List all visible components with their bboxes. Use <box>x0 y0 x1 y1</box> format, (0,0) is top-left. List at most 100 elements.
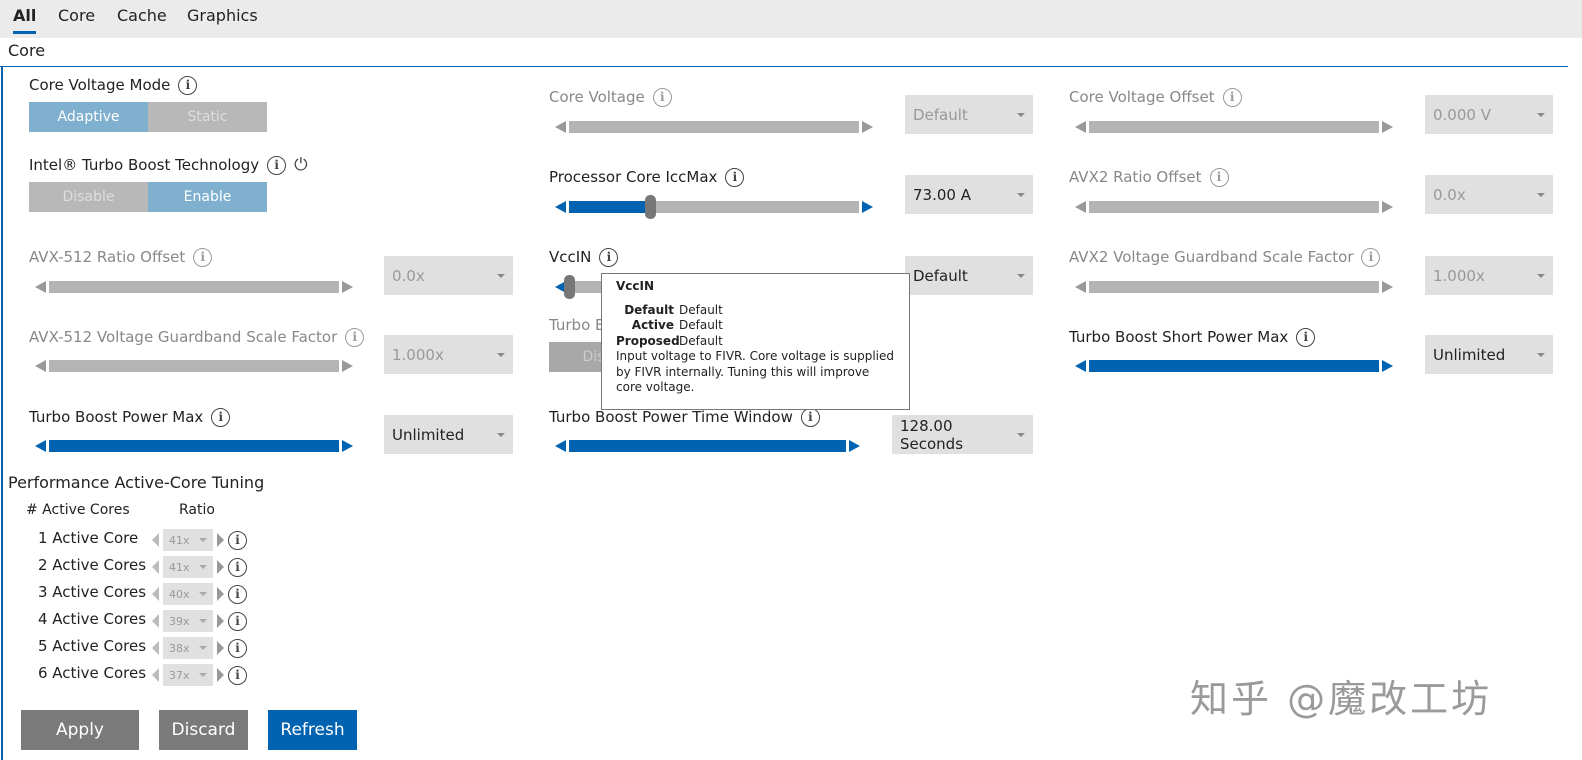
ratio-dropdown[interactable]: 38x <box>163 637 213 659</box>
info-icon[interactable]: i <box>1296 327 1316 347</box>
slider-thumb[interactable] <box>645 195 657 219</box>
core-voltage-mode-toggle[interactable]: Adaptive Static <box>29 102 267 132</box>
ratio-control[interactable]: 39x i <box>152 610 247 632</box>
core-voltage-offset-label: Core Voltage Offset i <box>1069 86 1242 108</box>
option-disable[interactable]: Disable <box>29 182 148 212</box>
chevron-down-icon <box>1017 273 1025 278</box>
avx512-ratio-offset-label: AVX-512 Ratio Offset i <box>29 246 213 268</box>
apply-button[interactable]: Apply <box>21 710 139 750</box>
tab-cache[interactable]: Cache <box>117 6 167 25</box>
col-active-cores: # Active Cores <box>26 502 130 518</box>
info-icon[interactable]: i <box>228 584 247 604</box>
right-arrow-icon[interactable] <box>217 614 224 628</box>
slider-track[interactable] <box>49 440 339 452</box>
right-arrow-icon[interactable] <box>217 533 224 547</box>
info-icon[interactable]: i <box>193 247 213 267</box>
left-arrow-icon[interactable] <box>152 614 159 628</box>
ratio-dropdown[interactable]: 41x <box>163 529 213 551</box>
slider-track[interactable] <box>569 440 846 452</box>
info-icon[interactable]: i <box>1361 247 1381 267</box>
left-arrow-icon[interactable] <box>152 560 159 574</box>
left-arrow-icon[interactable] <box>35 440 46 452</box>
short-power-max-dropdown[interactable]: Unlimited <box>1425 335 1553 374</box>
ratio-control[interactable]: 41x i <box>152 529 247 551</box>
power-time-window-dropdown[interactable]: 128.00 Seconds <box>892 415 1033 454</box>
turbo-power-max-dropdown[interactable]: Unlimited <box>384 415 513 454</box>
info-icon[interactable]: i <box>228 638 247 658</box>
slider-track <box>569 121 859 133</box>
ratio-dropdown[interactable]: 40x <box>163 583 213 605</box>
right-arrow-icon[interactable] <box>862 201 873 213</box>
info-icon[interactable]: i <box>1209 167 1229 187</box>
vccin-dropdown[interactable]: Default <box>905 256 1033 295</box>
slider-track[interactable] <box>1089 360 1379 372</box>
ratio-control[interactable]: 38x i <box>152 637 247 659</box>
tooltip-value: Default <box>679 318 723 332</box>
chevron-down-icon <box>199 538 207 542</box>
info-icon[interactable]: i <box>178 75 198 95</box>
option-enable[interactable]: Enable <box>148 182 267 212</box>
ratio-dropdown[interactable]: 39x <box>163 610 213 632</box>
turbo-boost-tech-label: Intel® Turbo Boost Technology i ⏻ <box>29 154 308 176</box>
info-icon[interactable]: i <box>599 247 619 267</box>
right-arrow-icon[interactable] <box>217 641 224 655</box>
option-static[interactable]: Static <box>148 102 267 132</box>
info-icon[interactable]: i <box>228 611 247 631</box>
tooltip-key: Active <box>631 318 674 332</box>
ratio-control[interactable]: 37x i <box>152 664 247 686</box>
info-icon[interactable]: i <box>652 87 672 107</box>
left-arrow-icon[interactable] <box>152 668 159 682</box>
tab-graphics[interactable]: Graphics <box>187 6 258 25</box>
core-voltage-label: Core Voltage i <box>549 86 672 108</box>
discard-button[interactable]: Discard <box>159 710 248 750</box>
ratio-control[interactable]: 40x i <box>152 583 247 605</box>
ratio-value: 40x <box>169 587 190 601</box>
turbo-power-max-slider[interactable] <box>35 439 353 453</box>
label-text: VccIN <box>549 248 592 266</box>
slider-thumb[interactable] <box>564 275 575 299</box>
ratio-control[interactable]: 41x i <box>152 556 247 578</box>
short-power-max-slider[interactable] <box>1075 359 1393 373</box>
chevron-down-icon <box>199 565 207 569</box>
right-arrow-icon[interactable] <box>217 668 224 682</box>
label-text: Turbo Boost Power Time Window <box>549 408 793 426</box>
info-icon[interactable]: i <box>1222 87 1242 107</box>
ratio-value: 38x <box>169 641 190 655</box>
iccmax-dropdown[interactable]: 73.00 A <box>905 175 1033 214</box>
slider-track[interactable] <box>569 195 859 219</box>
vccin-label: VccIN i <box>549 246 619 268</box>
right-arrow-icon[interactable] <box>342 440 353 452</box>
left-arrow-icon[interactable] <box>152 587 159 601</box>
iccmax-slider[interactable] <box>555 195 873 219</box>
right-arrow-icon[interactable] <box>1382 360 1393 372</box>
info-icon[interactable]: i <box>228 665 247 685</box>
left-arrow-icon[interactable] <box>555 201 566 213</box>
refresh-button[interactable]: Refresh <box>268 710 357 750</box>
right-arrow-icon <box>1382 121 1393 133</box>
right-arrow-icon[interactable] <box>849 440 860 452</box>
left-arrow-icon[interactable] <box>152 641 159 655</box>
option-adaptive[interactable]: Adaptive <box>29 102 148 132</box>
tab-core[interactable]: Core <box>58 6 95 25</box>
power-icon[interactable]: ⏻ <box>294 155 307 175</box>
info-icon[interactable]: i <box>267 155 287 175</box>
left-arrow-icon <box>1075 201 1086 213</box>
tooltip-text: Input voltage to FIVR. Core voltage is s… <box>616 349 894 394</box>
ratio-dropdown[interactable]: 37x <box>163 664 213 686</box>
left-arrow-icon[interactable] <box>1075 360 1086 372</box>
right-arrow-icon[interactable] <box>217 587 224 601</box>
ratio-dropdown[interactable]: 41x <box>163 556 213 578</box>
power-time-window-slider[interactable] <box>555 439 860 453</box>
chevron-down-icon <box>1017 432 1025 437</box>
info-icon[interactable]: i <box>725 167 745 187</box>
right-arrow-icon[interactable] <box>217 560 224 574</box>
info-icon[interactable]: i <box>228 557 247 577</box>
left-arrow-icon[interactable] <box>152 533 159 547</box>
info-icon[interactable]: i <box>211 407 231 427</box>
left-arrow-icon[interactable] <box>555 440 566 452</box>
turbo-boost-tech-toggle[interactable]: Disable Enable <box>29 182 267 212</box>
info-icon[interactable]: i <box>800 407 820 427</box>
info-icon[interactable]: i <box>228 530 247 550</box>
info-icon[interactable]: i <box>345 327 365 347</box>
tab-all[interactable]: All <box>13 6 37 34</box>
